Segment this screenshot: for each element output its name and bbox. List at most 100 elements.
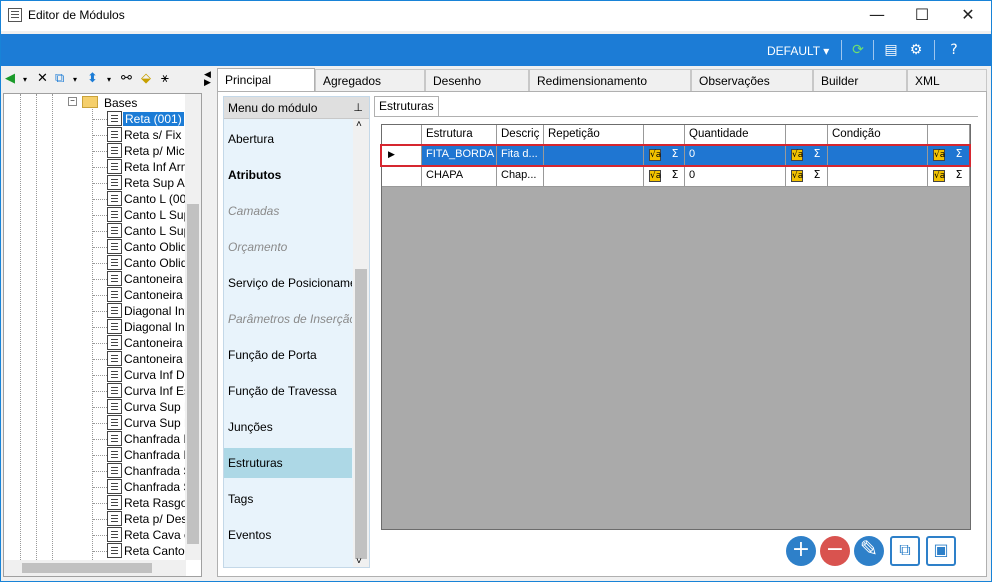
col-estrutura[interactable]: Estrutura [422, 125, 497, 144]
tree-node[interactable]: Canto L (006 [4, 191, 193, 207]
back-icon[interactable]: ◀ [5, 71, 15, 86]
panel-layout-icon[interactable]: ▤ [882, 41, 900, 59]
table-row[interactable]: CHAPA Chap... √a Σ 0 √a Σ √a Σ [382, 166, 970, 187]
tree-node[interactable]: Curva Sup D [4, 415, 193, 431]
tree-horizontal-scrollbar[interactable] [4, 560, 186, 576]
formula-icon[interactable]: √a [930, 168, 948, 184]
col-descricao[interactable]: Descriç [497, 125, 544, 144]
tree-node[interactable]: Cantoneira S [4, 335, 194, 351]
menu-scrollbar[interactable]: ˄ ˅ [353, 119, 369, 567]
tree-node[interactable]: Curva Inf Dir [4, 367, 191, 383]
col-repeticao[interactable]: Repetição [544, 125, 644, 144]
expand-right-icon[interactable]: ▶ [204, 77, 211, 88]
sum-icon[interactable]: Σ [950, 168, 968, 184]
menu-item[interactable]: Eventos [224, 520, 352, 550]
col-condicao[interactable]: Condição [828, 125, 928, 144]
paste-icon[interactable]: ▣ [926, 536, 956, 566]
tree-node[interactable]: Reta p/ Desl [4, 511, 190, 527]
tab-xml[interactable]: XML [907, 69, 987, 91]
chevron-down-icon[interactable]: ▾ [73, 75, 77, 84]
collapse-icon[interactable]: − [68, 97, 77, 106]
tree-node[interactable]: Canto Obliqu [4, 239, 194, 255]
tree-node[interactable]: Curva Inf Es [4, 383, 190, 399]
chevron-down-icon[interactable]: ▾ [107, 75, 111, 84]
edit-icon[interactable]: ✎ [854, 536, 884, 566]
minimize-button[interactable]: — [854, 1, 900, 31]
menu-item[interactable]: Junções [224, 412, 352, 442]
row-indicator[interactable] [382, 166, 422, 187]
tree-vertical-scrollbar[interactable] [185, 94, 201, 560]
profile-dropdown[interactable]: DEFAULT ▾ [767, 44, 829, 58]
menu-item[interactable]: Atributos [224, 160, 352, 190]
tree-node[interactable]: Reta (001) [4, 111, 189, 127]
add-button[interactable]: + [786, 536, 816, 566]
cell-estrutura[interactable]: CHAPA [422, 166, 497, 187]
tab-desenho[interactable]: Desenho [425, 69, 529, 91]
menu-item[interactable]: Função de Travessa [224, 376, 352, 406]
tree-node[interactable]: Reta p/ Micr [4, 143, 189, 159]
scroll-down-icon[interactable]: ˅ [356, 556, 362, 567]
cell-quantidade-actions[interactable]: √a Σ [786, 166, 828, 187]
copy-icon[interactable]: ⧉ [55, 71, 64, 86]
tree-node[interactable]: Reta s/ Fix ( [4, 127, 189, 143]
scroll-thumb[interactable] [355, 269, 367, 559]
settings-gears-icon[interactable]: ⚙ [907, 41, 925, 59]
tab-estruturas[interactable]: Estruturas [374, 96, 439, 116]
menu-item[interactable]: Camadas [224, 196, 352, 226]
walk-icon[interactable]: ⚹ [161, 71, 169, 86]
formula-icon[interactable]: √a [646, 168, 664, 184]
tree-node[interactable]: Reta Cava c [4, 527, 190, 543]
formula-icon[interactable]: √a [788, 168, 806, 184]
tab-observacoes[interactable]: Observações [691, 69, 813, 91]
tree-node[interactable]: Reta Canto I [4, 543, 191, 559]
pin-icon[interactable]: ⊥ [353, 101, 363, 114]
tree-node[interactable]: Curva Sup E [4, 399, 192, 415]
menu-item[interactable]: Tags [224, 484, 352, 514]
tree-node[interactable]: Reta Inf Arm [4, 159, 191, 175]
tree-node[interactable]: Canto Obliqu [4, 255, 194, 271]
menu-item[interactable]: Estruturas [224, 448, 352, 478]
tree-node[interactable]: Chanfrada Ir [4, 431, 191, 447]
tree-node[interactable]: Canto L Sup [4, 223, 190, 239]
maximize-button[interactable]: ☐ [899, 1, 945, 31]
cell-condicao-actions[interactable]: √a Σ [928, 166, 970, 187]
tree-node-bases[interactable]: − Bases [4, 95, 189, 111]
cell-repeticao[interactable] [544, 166, 644, 187]
tab-redimensionamento[interactable]: Redimensionamento [529, 69, 691, 91]
delete-icon[interactable]: ✕ [37, 71, 48, 86]
tree-node[interactable]: Chanfrada S [4, 479, 191, 495]
help-icon[interactable]: ? [945, 41, 963, 59]
tree-node[interactable]: Canto L Sup [4, 207, 190, 223]
scroll-thumb[interactable] [22, 563, 152, 573]
sum-icon[interactable]: Σ [666, 168, 684, 184]
col-quantidade[interactable]: Quantidade [685, 125, 786, 144]
menu-item[interactable]: Orçamento [224, 232, 352, 262]
menu-item[interactable]: Abertura [224, 124, 352, 154]
scroll-up-icon[interactable]: ˄ [356, 119, 362, 130]
close-button[interactable]: ✕ [945, 1, 991, 31]
menu-item[interactable]: Serviço de Posicionamento [224, 268, 352, 298]
tab-principal[interactable]: Principal [217, 68, 315, 92]
cell-condicao[interactable] [828, 166, 928, 187]
tree-node[interactable]: Reta Sup Arr [4, 175, 193, 191]
module-tree[interactable]: − Bases Reta (001) Reta s/ Fix (Reta p/ M… [3, 93, 202, 577]
find-icon[interactable]: ⚯ [121, 71, 132, 86]
move-icon[interactable]: ⬍ [87, 71, 98, 86]
cell-quantidade[interactable]: 0 [685, 166, 786, 187]
scroll-thumb[interactable] [187, 204, 199, 544]
replace-icon[interactable]: ⬙ [141, 71, 151, 86]
remove-button[interactable]: − [820, 536, 850, 566]
tree-node[interactable]: Cantoneira I [4, 271, 189, 287]
duplicate-icon[interactable]: ⧉ [890, 536, 920, 566]
tree-node[interactable]: Cantoneira S [4, 351, 194, 367]
refresh-icon[interactable]: ⟳ [849, 41, 867, 59]
tree-node[interactable]: Reta Rasgo [4, 495, 189, 511]
tab-agregados[interactable]: Agregados [315, 69, 425, 91]
tree-node[interactable]: Diagonal Inf [4, 319, 189, 335]
tab-builder[interactable]: Builder [813, 69, 907, 91]
menu-item[interactable]: Função de Porta [224, 340, 352, 370]
cell-repeticao-actions[interactable]: √a Σ [644, 166, 685, 187]
chevron-down-icon[interactable]: ▾ [23, 75, 27, 84]
tree-node[interactable]: Chanfrada S [4, 463, 191, 479]
menu-item[interactable]: Parâmetros de Inserção [224, 304, 352, 334]
